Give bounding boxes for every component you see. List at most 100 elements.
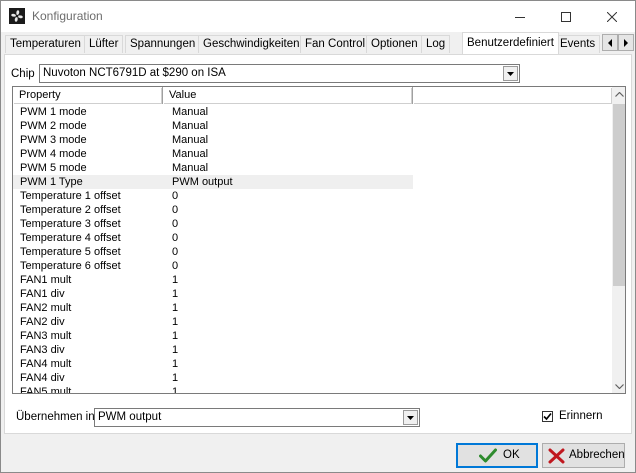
tab-scroll-left-button[interactable] — [602, 34, 618, 51]
value-cell[interactable]: 0 — [172, 231, 178, 245]
table-row[interactable]: FAN1 mult 1 — [13, 273, 413, 287]
grid-rows: PWM 1 mode Manual PWM 2 mode Manual PWM 3 mo… — [13, 105, 612, 394]
value-cell[interactable]: 1 — [172, 371, 178, 385]
table-row[interactable]: PWM 5 mode Manual — [13, 161, 413, 175]
value-cell[interactable]: 1 — [172, 385, 178, 393]
table-row[interactable]: PWM 3 mode Manual — [13, 133, 413, 147]
value-cell[interactable]: Manual — [172, 119, 208, 133]
scroll-up-button[interactable] — [612, 87, 625, 101]
table-row[interactable]: PWM 4 mode Manual — [13, 147, 413, 161]
table-row[interactable]: FAN5 mult 1 — [13, 385, 413, 394]
cancel-label: Abbrechen — [569, 449, 625, 461]
table-row[interactable]: Temperature 5 offset 0 — [13, 245, 413, 259]
table-row[interactable]: FAN1 div 1 — [13, 287, 413, 301]
value-cell[interactable]: 0 — [172, 245, 178, 259]
table-row[interactable]: Temperature 3 offset 0 — [13, 217, 413, 231]
property-cell: FAN2 div — [20, 316, 65, 328]
tab-optionen[interactable]: Optionen — [366, 35, 423, 53]
ok-button[interactable]: OK — [456, 443, 538, 468]
column-header-filler — [413, 87, 612, 104]
property-cell: FAN5 mult — [20, 386, 72, 394]
grid-header: Property Value — [13, 87, 612, 104]
remember-label[interactable]: Erinnern — [559, 410, 602, 422]
checkmark-icon — [479, 448, 497, 466]
vertical-scrollbar[interactable] — [612, 87, 625, 393]
maximize-button[interactable] — [543, 1, 589, 32]
table-row[interactable]: FAN3 div 1 — [13, 343, 413, 357]
chip-label: Chip — [11, 68, 35, 80]
chevron-down-icon[interactable] — [503, 66, 518, 81]
checkmark-icon — [543, 412, 552, 421]
table-row[interactable]: FAN2 div 1 — [13, 315, 413, 329]
tab-benutzerdefiniert[interactable]: Benutzerdefiniert — [462, 32, 559, 54]
close-icon — [607, 11, 617, 22]
column-header-value[interactable]: Value — [163, 87, 413, 104]
value-cell[interactable]: 1 — [172, 357, 178, 371]
tab-log[interactable]: Log — [421, 35, 451, 53]
table-row[interactable]: Temperature 6 offset 0 — [13, 259, 413, 273]
chevron-down-icon[interactable] — [403, 410, 418, 425]
property-cell: PWM 3 mode — [20, 134, 87, 146]
value-cell[interactable]: Manual — [172, 105, 208, 119]
value-cell[interactable]: Manual — [172, 147, 208, 161]
tab-geschwindigkeiten[interactable]: Geschwindigkeiten — [198, 35, 305, 53]
minimize-button[interactable] — [497, 1, 543, 32]
tab-luefter[interactable]: Lüfter — [84, 35, 124, 53]
table-row[interactable]: Temperature 2 offset 0 — [13, 203, 413, 217]
table-row[interactable]: PWM 1 mode Manual — [13, 105, 413, 119]
close-button[interactable] — [589, 1, 635, 32]
table-row[interactable]: FAN3 mult 1 — [13, 329, 413, 343]
value-cell[interactable]: 0 — [172, 203, 178, 217]
property-cell: Temperature 5 offset — [20, 246, 121, 258]
table-row[interactable]: PWM 2 mode Manual — [13, 119, 413, 133]
tab-strip: Temperaturen Lüfter Spannungen Geschwind… — [1, 32, 635, 54]
property-cell: FAN3 mult — [20, 330, 72, 342]
triangle-left-icon — [608, 38, 612, 47]
property-cell: PWM 2 mode — [20, 120, 87, 132]
value-cell[interactable]: 1 — [172, 301, 178, 315]
table-row[interactable]: PWM 1 Type PWM output — [13, 175, 413, 189]
config-window: Konfiguration Temperaturen Lüfter Spannu… — [0, 0, 636, 473]
cross-icon — [548, 448, 565, 467]
property-cell: FAN4 div — [20, 372, 65, 384]
chevron-down-icon — [614, 383, 624, 389]
scroll-down-button[interactable] — [612, 379, 625, 393]
apply-label: Übernehmen in — [16, 411, 95, 423]
property-cell: FAN2 mult — [20, 302, 72, 314]
value-cell[interactable]: 1 — [172, 343, 178, 357]
value-cell[interactable]: 1 — [172, 329, 178, 343]
value-cell[interactable]: 0 — [172, 217, 178, 231]
cancel-button[interactable]: Abbrechen — [542, 443, 625, 468]
chevron-up-icon — [614, 91, 624, 97]
tab-fan-control[interactable]: Fan Control — [300, 35, 371, 53]
value-cell[interactable]: 1 — [172, 287, 178, 301]
chip-select[interactable]: Nuvoton NCT6791D at $290 on ISA — [39, 64, 520, 83]
table-row[interactable]: Temperature 4 offset 0 — [13, 231, 413, 245]
ok-label: OK — [503, 449, 520, 461]
tab-spannungen[interactable]: Spannungen — [125, 35, 201, 53]
value-cell[interactable]: PWM output — [172, 175, 233, 189]
property-cell: Temperature 2 offset — [20, 204, 121, 216]
table-row[interactable]: FAN2 mult 1 — [13, 301, 413, 315]
value-cell[interactable]: 0 — [172, 189, 178, 203]
property-cell: Temperature 4 offset — [20, 232, 121, 244]
chip-select-value: Nuvoton NCT6791D at $290 on ISA — [43, 67, 226, 79]
value-cell[interactable]: 0 — [172, 259, 178, 273]
table-row[interactable]: FAN4 mult 1 — [13, 357, 413, 371]
title-bar[interactable]: Konfiguration — [1, 1, 635, 32]
apply-select[interactable]: PWM output — [94, 408, 420, 427]
table-row[interactable]: Temperature 1 offset 0 — [13, 189, 413, 203]
tab-scroll-right-button[interactable] — [618, 34, 634, 51]
tab-events[interactable]: Events — [555, 35, 601, 53]
value-cell[interactable]: Manual — [172, 161, 208, 175]
fan-icon — [9, 8, 25, 24]
table-row[interactable]: FAN4 div 1 — [13, 371, 413, 385]
scroll-thumb[interactable] — [613, 104, 625, 286]
column-header-property[interactable]: Property — [13, 87, 163, 104]
value-cell[interactable]: Manual — [172, 133, 208, 147]
value-cell[interactable]: 1 — [172, 273, 178, 287]
value-cell[interactable]: 1 — [172, 315, 178, 329]
remember-checkbox[interactable] — [542, 411, 553, 422]
property-grid[interactable]: Property Value PWM 1 mode Manual PWM 2 mod… — [12, 86, 626, 394]
tab-temperaturen[interactable]: Temperaturen — [5, 35, 86, 53]
